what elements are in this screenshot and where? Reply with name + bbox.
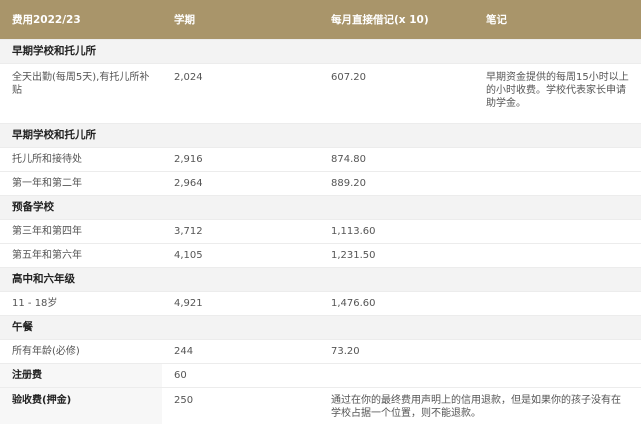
fees-table: 费用2022/23 学期 每月直接借记(x 10) 笔记 早期学校和托儿所 全天… (0, 0, 641, 424)
table-row: 验收费(押金) 250 通过在你的最终费用声明上的信用退款，但是如果你的孩子没有… (0, 386, 641, 424)
section-row: 午餐 (0, 314, 641, 339)
row-note: 通过在你的最终费用声明上的信用退款，但是如果你的孩子没有在学校占据一个位置，则不… (319, 386, 641, 424)
row-term: 60 (162, 362, 319, 387)
header-monthly: 每月直接借记(x 10) (331, 13, 429, 26)
row-note (474, 170, 641, 195)
row-label: 全天出勤(每周5天),有托儿所补贴 (0, 62, 162, 123)
section-row: 早期学校和托儿所 (0, 38, 641, 63)
row-term: 4,105 (162, 242, 319, 267)
section-label: 高中和六年级 (0, 266, 641, 291)
header-term: 学期 (174, 13, 195, 26)
row-label: 第一年和第二年 (0, 170, 162, 195)
table-row: 全天出勤(每周5天),有托儿所补贴 2,024 607.20 早期资金提供的每周… (0, 62, 641, 123)
row-label: 11 - 18岁 (0, 290, 162, 315)
section-label: 早期学校和托儿所 (0, 122, 641, 147)
row-label: 验收费(押金) (0, 386, 162, 424)
row-term: 250 (162, 386, 319, 424)
row-term: 2,964 (162, 170, 319, 195)
row-label: 托儿所和接待处 (0, 146, 162, 171)
table-row: 11 - 18岁 4,921 1,476.60 (0, 290, 641, 315)
row-monthly: 1,476.60 (319, 290, 474, 315)
section-row: 早期学校和托儿所 (0, 122, 641, 147)
table-row: 注册费 60 (0, 362, 641, 387)
table-header: 费用2022/23 学期 每月直接借记(x 10) 笔记 (0, 0, 641, 39)
row-term: 4,921 (162, 290, 319, 315)
section-label: 早期学校和托儿所 (0, 38, 641, 63)
row-note (474, 242, 641, 267)
row-note (474, 362, 641, 387)
section-label: 预备学校 (0, 194, 641, 219)
row-monthly: 1,231.50 (319, 242, 474, 267)
row-label: 第五年和第六年 (0, 242, 162, 267)
table-row: 所有年龄(必修) 244 73.20 (0, 338, 641, 363)
row-label: 所有年龄(必修) (0, 338, 162, 363)
header-fees: 费用2022/23 (12, 13, 81, 26)
row-monthly (319, 362, 474, 387)
header-notes: 笔记 (486, 13, 507, 26)
row-term: 2,916 (162, 146, 319, 171)
row-note (474, 146, 641, 171)
row-term: 3,712 (162, 218, 319, 243)
row-label: 第三年和第四年 (0, 218, 162, 243)
row-note: 早期资金提供的每周15小时以上的小时收费。学校代表家长申请助学金。 (474, 62, 641, 123)
row-monthly: 607.20 (319, 62, 474, 123)
row-note (474, 218, 641, 243)
section-row: 高中和六年级 (0, 266, 641, 291)
row-monthly: 889.20 (319, 170, 474, 195)
header-row: 费用2022/23 学期 每月直接借记(x 10) 笔记 (0, 0, 641, 39)
section-label: 午餐 (0, 314, 641, 339)
row-term: 2,024 (162, 62, 319, 123)
row-label: 注册费 (0, 362, 162, 387)
row-note (474, 290, 641, 315)
row-monthly: 1,113.60 (319, 218, 474, 243)
table-row: 第五年和第六年 4,105 1,231.50 (0, 242, 641, 267)
row-term: 244 (162, 338, 319, 363)
row-monthly: 73.20 (319, 338, 474, 363)
row-monthly: 874.80 (319, 146, 474, 171)
table-row: 第一年和第二年 2,964 889.20 (0, 170, 641, 195)
table-row: 托儿所和接待处 2,916 874.80 (0, 146, 641, 171)
table-row: 第三年和第四年 3,712 1,113.60 (0, 218, 641, 243)
row-note (474, 338, 641, 363)
section-row: 预备学校 (0, 194, 641, 219)
